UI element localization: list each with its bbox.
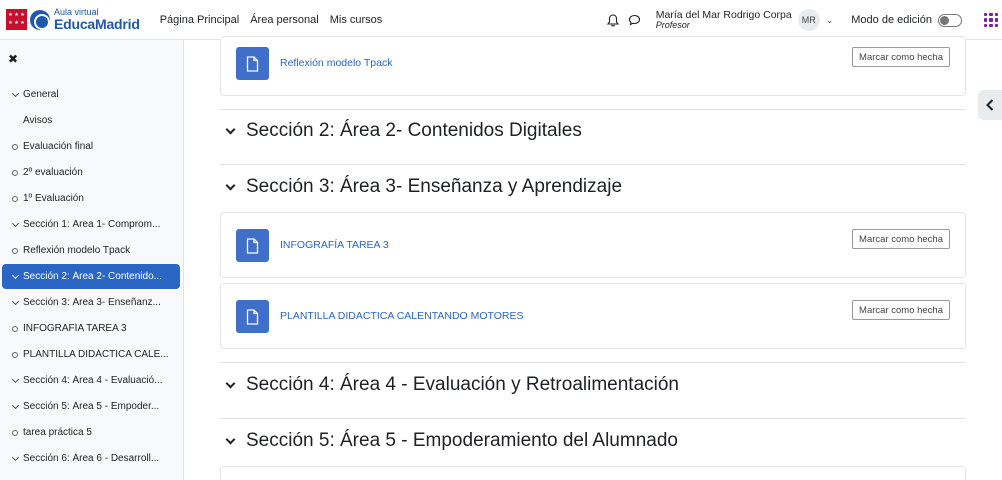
- close-course-index-icon[interactable]: ✖: [8, 52, 18, 66]
- completion-circle-icon: [8, 247, 22, 254]
- sidebar-item-label: Evaluación final: [23, 141, 94, 152]
- chevron-down-icon: [8, 453, 22, 461]
- sidebar-item-label: Sección 1: Área 1- Comprom...: [23, 219, 161, 230]
- sidebar-item-label: tarea práctica 5: [23, 427, 92, 438]
- sidebar-section-3[interactable]: Sección 3: Área 3- Enseñanz...: [2, 290, 180, 315]
- sidebar-item-label: Sección 5: Área 5 - Empoder...: [23, 401, 160, 412]
- activity-card-partial: [220, 466, 966, 480]
- user-menu[interactable]: María del Mar Rodrigo Corpa Profesor: [655, 9, 792, 30]
- section-header-3[interactable]: Sección 3: Área 3- Enseñanza y Aprendiza…: [225, 176, 623, 198]
- edit-mode-label: Modo de edición: [851, 14, 932, 26]
- completion-circle-icon: [8, 169, 22, 176]
- chevron-down-icon: [8, 375, 22, 383]
- sidebar-section-5[interactable]: Sección 5: Área 5 - Empoder...: [2, 394, 180, 419]
- messages-chat-icon[interactable]: [626, 11, 644, 29]
- section-title: Sección 3: Área 3- Enseñanza y Aprendiza…: [246, 176, 623, 197]
- sidebar-item-label: INFOGRAFÍA TAREA 3: [23, 323, 127, 334]
- mark-as-done-button[interactable]: Marcar como hecha: [852, 229, 950, 249]
- activity-card-infografia: INFOGRAFÍA TAREA 3 Marcar como hecha: [220, 212, 966, 278]
- sidebar-section-4[interactable]: Sección 4: Área 4 - Evaluació...: [2, 368, 180, 393]
- sidebar-item-tarea-practica-5[interactable]: tarea práctica 5: [2, 420, 180, 445]
- completion-circle-icon: [8, 351, 22, 358]
- chevron-down-icon: [8, 219, 22, 227]
- course-index-sidebar: ✖ General Avisos Evaluación final 2º eva…: [0, 40, 184, 480]
- sidebar-item-plantilla[interactable]: PLANTILLA DIDACTICA CALE...: [2, 342, 180, 367]
- section-header-2[interactable]: Sección 2: Área 2- Contenidos Digitales: [225, 120, 582, 142]
- sidebar-item-label: Sección 4: Área 4 - Evaluació...: [23, 375, 163, 386]
- chevron-left-icon: [986, 99, 994, 111]
- sidebar-item-2-evaluacion[interactable]: 2º evaluación: [2, 160, 180, 185]
- sidebar-item-label: Sección 3: Área 3- Enseñanz...: [23, 297, 161, 308]
- user-menu-chevron-down-icon[interactable]: ⌄: [826, 15, 834, 26]
- user-role: Profesor: [655, 19, 690, 30]
- sidebar-item-label: Avisos: [23, 115, 53, 126]
- section-title: Sección 5: Área 5 - Empoderamiento del A…: [246, 430, 678, 451]
- sidebar-item-reflexion-tpack[interactable]: Reflexión modelo Tpack: [2, 238, 180, 263]
- sidebar-item-label: 1º Evaluación: [23, 193, 84, 204]
- chevron-down-icon: [225, 434, 236, 444]
- sidebar-item-1-evaluacion[interactable]: 1º Evaluación: [2, 186, 180, 211]
- educamadrid-logo[interactable]: ★ ★ ★ ★ ★ ★ Aula virtual EducaMadrid: [6, 0, 140, 40]
- sidebar-item-label: 2º evaluación: [23, 167, 83, 178]
- sidebar-item-infografia[interactable]: INFOGRAFÍA TAREA 3: [2, 316, 180, 341]
- section-title: Sección 2: Área 2- Contenidos Digitales: [246, 120, 582, 141]
- chevron-down-icon: [8, 297, 22, 305]
- nav-link-my-courses[interactable]: Mis cursos: [330, 14, 383, 26]
- globe-icon: [30, 9, 50, 30]
- sidebar-item-label: Reflexión modelo Tpack: [23, 245, 131, 256]
- completion-circle-icon: [8, 325, 22, 332]
- nav-link-dashboard[interactable]: Área personal: [250, 14, 319, 26]
- edit-mode-toggle[interactable]: [938, 13, 962, 27]
- activity-link[interactable]: PLANTILLA DIDACTICA CALENTANDO MOTORES: [280, 310, 524, 322]
- open-block-drawer-button[interactable]: [978, 90, 1002, 120]
- primary-navigation: Página Principal Área personal Mis curso…: [160, 14, 394, 26]
- sidebar-section-6[interactable]: Sección 6: Área 6 - Desarroll...: [2, 446, 180, 471]
- sidebar-item-evaluacion-final[interactable]: Evaluación final: [2, 134, 180, 159]
- nav-link-home[interactable]: Página Principal: [160, 14, 240, 26]
- logo-text: Aula virtual EducaMadrid: [54, 8, 140, 32]
- completion-circle-icon: [8, 143, 22, 150]
- sidebar-section-2[interactable]: Sección 2: Área 2- Contenido...: [2, 264, 180, 289]
- madrid-flag-icon: ★ ★ ★ ★ ★ ★: [6, 9, 27, 30]
- sidebar-item-label: PLANTILLA DIDACTICA CALE...: [23, 349, 169, 360]
- file-icon[interactable]: [236, 300, 269, 333]
- chevron-down-icon: [225, 378, 236, 388]
- section-divider: [220, 362, 966, 363]
- mark-as-done-button[interactable]: Marcar como hecha: [852, 47, 950, 67]
- completion-circle-icon: [8, 429, 22, 436]
- sidebar-item-label: Sección 2: Área 2- Contenido...: [23, 271, 162, 282]
- navbar-right: María del Mar Rodrigo Corpa Profesor MR …: [604, 0, 1002, 40]
- sidebar-section-general[interactable]: General: [2, 82, 180, 107]
- file-icon[interactable]: [236, 47, 269, 80]
- section-divider: [220, 164, 966, 165]
- notifications-bell-icon[interactable]: [604, 11, 622, 29]
- section-title: Sección 4: Área 4 - Evaluación y Retroal…: [246, 374, 680, 395]
- activity-link[interactable]: INFOGRAFÍA TAREA 3: [280, 239, 389, 251]
- file-icon[interactable]: [236, 229, 269, 262]
- sidebar-item-avisos[interactable]: Avisos: [2, 108, 180, 133]
- section-header-5[interactable]: Sección 5: Área 5 - Empoderamiento del A…: [225, 430, 678, 452]
- activity-card-reflexion-tpack: Reflexión modelo Tpack Marcar como hecha: [220, 36, 966, 96]
- course-content: Reflexión modelo Tpack Marcar como hecha…: [185, 36, 1002, 480]
- chevron-down-icon: [8, 401, 22, 409]
- top-navbar: ★ ★ ★ ★ ★ ★ Aula virtual EducaMadrid Página P…: [0, 0, 1002, 40]
- activity-link[interactable]: Reflexión modelo Tpack: [280, 57, 392, 69]
- sidebar-section-1[interactable]: Sección 1: Área 1- Comprom...: [2, 212, 180, 237]
- section-header-4[interactable]: Sección 4: Área 4 - Evaluación y Retroal…: [225, 374, 680, 396]
- logo-title: EducaMadrid: [54, 16, 140, 32]
- sidebar-item-label: General: [23, 89, 59, 100]
- chevron-down-icon: [225, 124, 236, 134]
- chevron-down-icon: [225, 180, 236, 190]
- chevron-down-icon: [8, 271, 22, 279]
- avatar[interactable]: MR: [797, 9, 820, 31]
- section-divider: [220, 418, 966, 419]
- activity-card-plantilla: PLANTILLA DIDACTICA CALENTANDO MOTORES M…: [220, 283, 966, 349]
- sidebar-item-label: Sección 6: Área 6 - Desarroll...: [23, 453, 160, 464]
- chevron-down-icon: [8, 89, 22, 97]
- section-divider: [220, 109, 966, 110]
- apps-grid-icon[interactable]: [984, 13, 998, 27]
- completion-circle-icon: [8, 195, 22, 202]
- mark-as-done-button[interactable]: Marcar como hecha: [852, 300, 950, 320]
